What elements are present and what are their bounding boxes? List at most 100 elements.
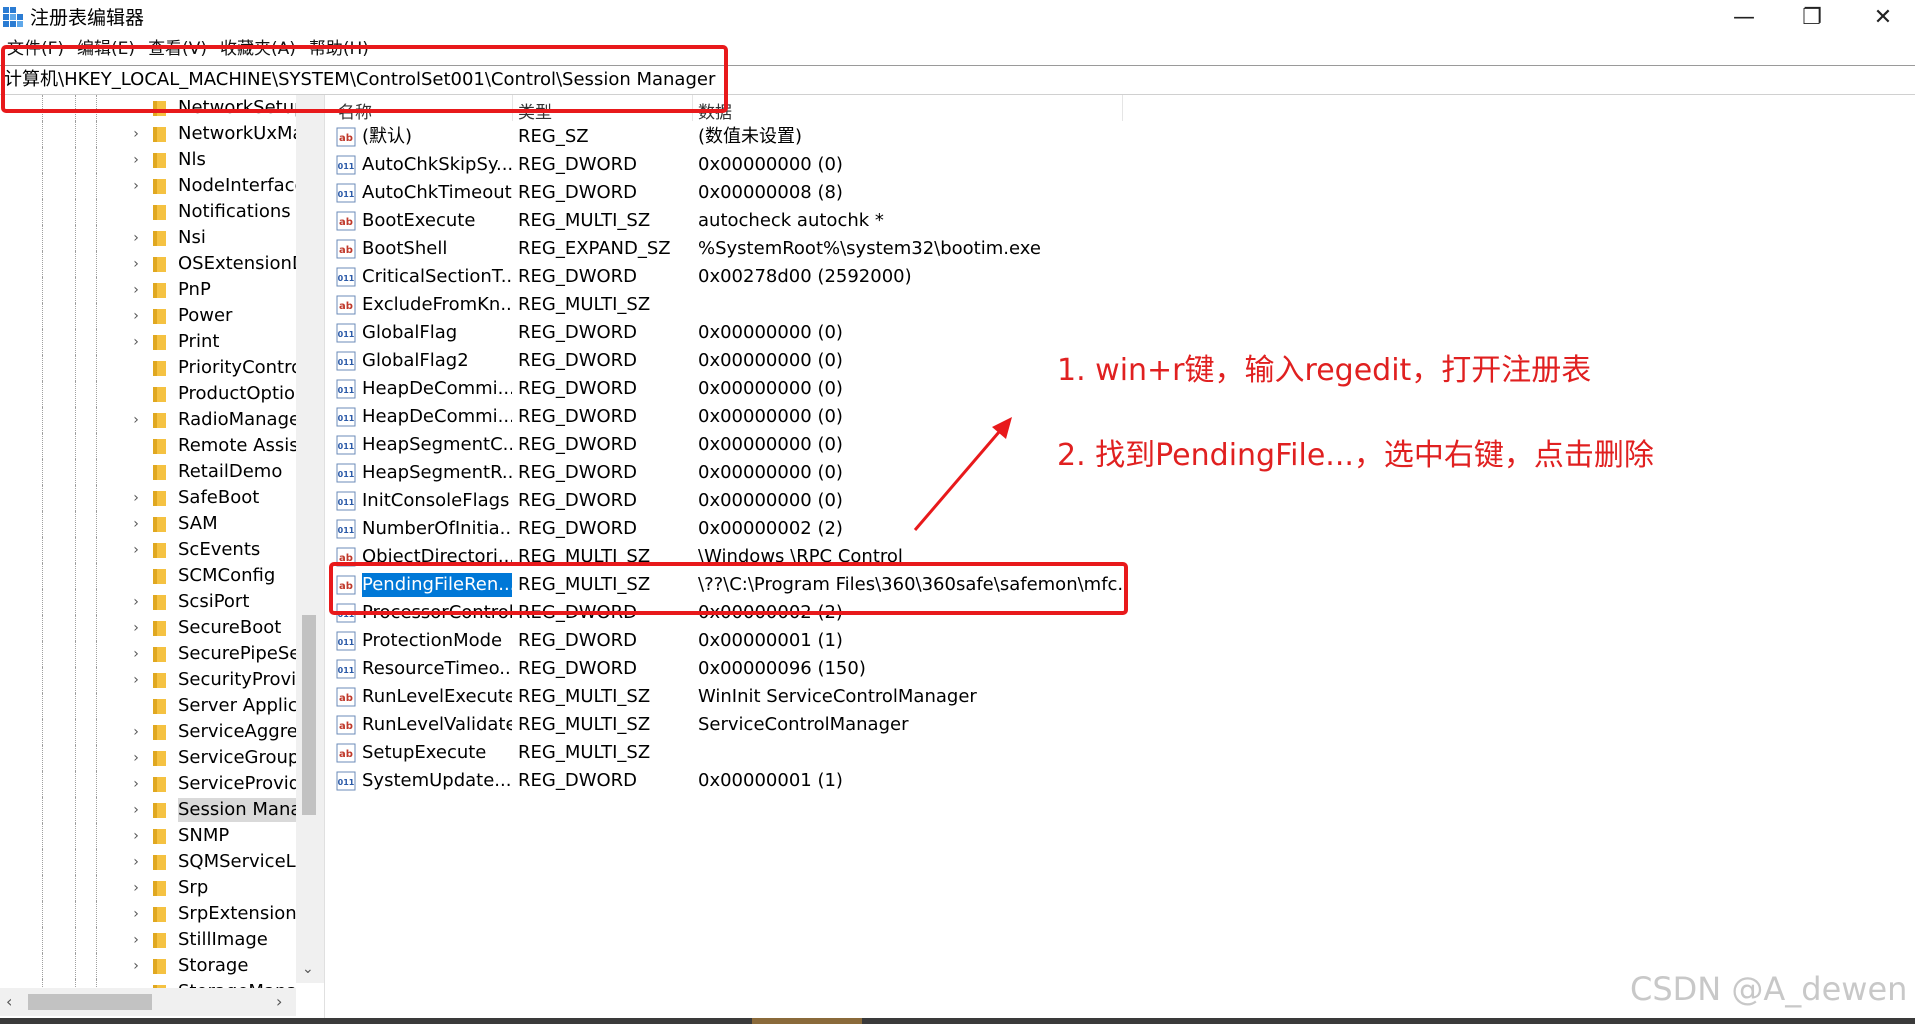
value-type: REG_DWORD	[518, 378, 638, 399]
value-row[interactable]: ab (默认) REG_SZ (数值未设置)	[330, 123, 1230, 151]
chevron-right-icon[interactable]: ›	[129, 255, 143, 273]
value-list[interactable]: 名称 类型 数据 ab (默认) REG_SZ (数值未设置) 011 AutoChkSk…	[330, 95, 1915, 1020]
tree-item[interactable]: › SQMServiceLi	[0, 849, 300, 875]
tree-item[interactable]: › SecurityProvic	[0, 667, 300, 693]
scroll-down-icon[interactable]: ⌄	[302, 961, 314, 977]
value-row[interactable]: 011 ProtectionMode REG_DWORD 0x00000001 (1)	[330, 627, 1230, 655]
scroll-thumb[interactable]	[302, 615, 316, 815]
tree-item[interactable]: › SNMP	[0, 823, 300, 849]
tree-item[interactable]: › SecurePipeSer	[0, 641, 300, 667]
value-type: REG_MULTI_SZ	[518, 294, 651, 315]
tree-item[interactable]: › ServiceProvid	[0, 771, 300, 797]
binary-value-icon: 011	[336, 519, 356, 539]
tree-item[interactable]: › Power	[0, 303, 300, 329]
chevron-right-icon[interactable]: ›	[129, 801, 143, 819]
tree-item[interactable]: › Print	[0, 329, 300, 355]
value-row[interactable]: 011 NumberOfInitia... REG_DWORD 0x00000002 …	[330, 515, 1230, 543]
value-type: REG_MULTI_SZ	[518, 742, 651, 763]
tree-item[interactable]: SCMConfig	[0, 563, 300, 589]
chevron-right-icon[interactable]: ›	[129, 541, 143, 559]
tree-item[interactable]: › SafeBoot	[0, 485, 300, 511]
chevron-right-icon[interactable]: ›	[129, 671, 143, 689]
tree-item[interactable]: › ServiceGroup(	[0, 745, 300, 771]
tree-vertical-scrollbar[interactable]: ⌄	[296, 95, 324, 983]
close-button[interactable]: ✕	[1848, 0, 1915, 34]
chevron-right-icon[interactable]: ›	[129, 723, 143, 741]
value-row[interactable]: 011 AutoChkSkipSy... REG_DWORD 0x00000000 (…	[330, 151, 1230, 179]
chevron-right-icon[interactable]: ›	[129, 619, 143, 637]
tree-item[interactable]: › Srp	[0, 875, 300, 901]
tree-item[interactable]: › Nls	[0, 147, 300, 173]
chevron-right-icon[interactable]: ›	[129, 879, 143, 897]
value-row[interactable]: 011 CriticalSectionT... REG_DWORD 0x00278d0…	[330, 263, 1230, 291]
tree-item[interactable]: › NodeInterface	[0, 173, 300, 199]
tree-item[interactable]: › Storage	[0, 953, 300, 979]
value-row[interactable]: ab BootShell REG_EXPAND_SZ %SystemRoot%\sys…	[330, 235, 1230, 263]
scroll-thumb[interactable]	[28, 994, 152, 1010]
chevron-right-icon[interactable]: ›	[129, 515, 143, 533]
tree-item-label: Nsi	[178, 227, 206, 248]
chevron-right-icon[interactable]: ›	[129, 905, 143, 923]
chevron-right-icon[interactable]: ›	[129, 177, 143, 195]
tree-item[interactable]: › Nsi	[0, 225, 300, 251]
tree-item[interactable]: › NetworkUxMa	[0, 121, 300, 147]
value-type: REG_DWORD	[518, 658, 638, 679]
chevron-right-icon[interactable]: ›	[129, 229, 143, 247]
tree-item[interactable]: Remote Assist	[0, 433, 300, 459]
tree-item[interactable]: › SecureBoot	[0, 615, 300, 641]
chevron-right-icon[interactable]: ›	[129, 775, 143, 793]
tree-item[interactable]: ProductOptio	[0, 381, 300, 407]
tree-item[interactable]: › SAM	[0, 511, 300, 537]
tree-item[interactable]: RetailDemo	[0, 459, 300, 485]
tree-horizontal-scrollbar[interactable]: ‹ ›	[0, 988, 296, 1016]
chevron-right-icon[interactable]: ›	[129, 125, 143, 143]
value-row[interactable]: ab RunLevelExecute REG_MULTI_SZ WinInit Ser…	[330, 683, 1230, 711]
tree-guide-line	[96, 251, 97, 277]
minimize-button[interactable]: —	[1709, 0, 1779, 34]
value-row[interactable]: ab BootExecute REG_MULTI_SZ autocheck autoc…	[330, 207, 1230, 235]
value-row[interactable]: 011 HeapDeCommi... REG_DWORD 0x00000000 (0)	[330, 403, 1230, 431]
chevron-right-icon[interactable]: ›	[129, 593, 143, 611]
chevron-right-icon[interactable]: ›	[129, 827, 143, 845]
chevron-right-icon[interactable]: ›	[129, 489, 143, 507]
tree-item[interactable]: › RadioManage	[0, 407, 300, 433]
tree-item[interactable]: › ServiceAggreg	[0, 719, 300, 745]
value-row[interactable]: ab ExcludeFromKn... REG_MULTI_SZ	[330, 291, 1230, 319]
chevron-right-icon[interactable]: ›	[129, 931, 143, 949]
tree-item[interactable]: › StillImage	[0, 927, 300, 953]
tree-item[interactable]: Server Applica	[0, 693, 300, 719]
value-row[interactable]: 011 SystemUpdate... REG_DWORD 0x00000001 (1…	[330, 767, 1230, 795]
tree-item[interactable]: › PnP	[0, 277, 300, 303]
chevron-right-icon[interactable]: ›	[129, 281, 143, 299]
value-row[interactable]: 011 GlobalFlag REG_DWORD 0x00000000 (0)	[330, 319, 1230, 347]
tree-item[interactable]: Notifications	[0, 199, 300, 225]
tree-item[interactable]: › ScEvents	[0, 537, 300, 563]
tree-guide-line	[96, 719, 97, 745]
chevron-right-icon[interactable]: ›	[129, 411, 143, 429]
tree-item[interactable]: › SrpExtension(	[0, 901, 300, 927]
chevron-right-icon[interactable]: ›	[129, 151, 143, 169]
tree-item[interactable]: PriorityContro	[0, 355, 300, 381]
value-row[interactable]: 011 ResourceTimeo... REG_DWORD 0x00000096 (…	[330, 655, 1230, 683]
chevron-right-icon[interactable]: ›	[129, 853, 143, 871]
tree-item[interactable]: › ScsiPort	[0, 589, 300, 615]
value-row[interactable]: ab SetupExecute REG_MULTI_SZ	[330, 739, 1230, 767]
tree-item[interactable]: › Session Mana	[0, 797, 300, 823]
chevron-right-icon[interactable]: ›	[129, 957, 143, 975]
value-name: NumberOfInitia...	[362, 518, 512, 539]
value-row[interactable]: 011 AutoChkTimeout REG_DWORD 0x00000008 (8)	[330, 179, 1230, 207]
chevron-right-icon[interactable]: ›	[129, 645, 143, 663]
column-divider[interactable]	[1122, 95, 1123, 121]
maximize-button[interactable]: ❐	[1777, 0, 1847, 34]
chevron-right-icon[interactable]: ›	[129, 307, 143, 325]
value-row[interactable]: 011 InitConsoleFlags REG_DWORD 0x00000000 (…	[330, 487, 1230, 515]
chevron-right-icon[interactable]: ›	[129, 749, 143, 767]
key-tree[interactable]: NetworkSetup › NetworkUxMa › Nls › NodeInterfa…	[0, 95, 325, 1020]
binary-value-icon: 011	[336, 771, 356, 791]
scroll-left-icon[interactable]: ‹	[6, 992, 12, 1011]
chevron-right-icon[interactable]: ›	[129, 333, 143, 351]
scroll-right-icon[interactable]: ›	[276, 992, 282, 1011]
value-row[interactable]: ab RunLevelValidate REG_MULTI_SZ ServiceCon…	[330, 711, 1230, 739]
tree-item-label: ProductOptio	[178, 383, 296, 404]
tree-item[interactable]: › OSExtensionD	[0, 251, 300, 277]
